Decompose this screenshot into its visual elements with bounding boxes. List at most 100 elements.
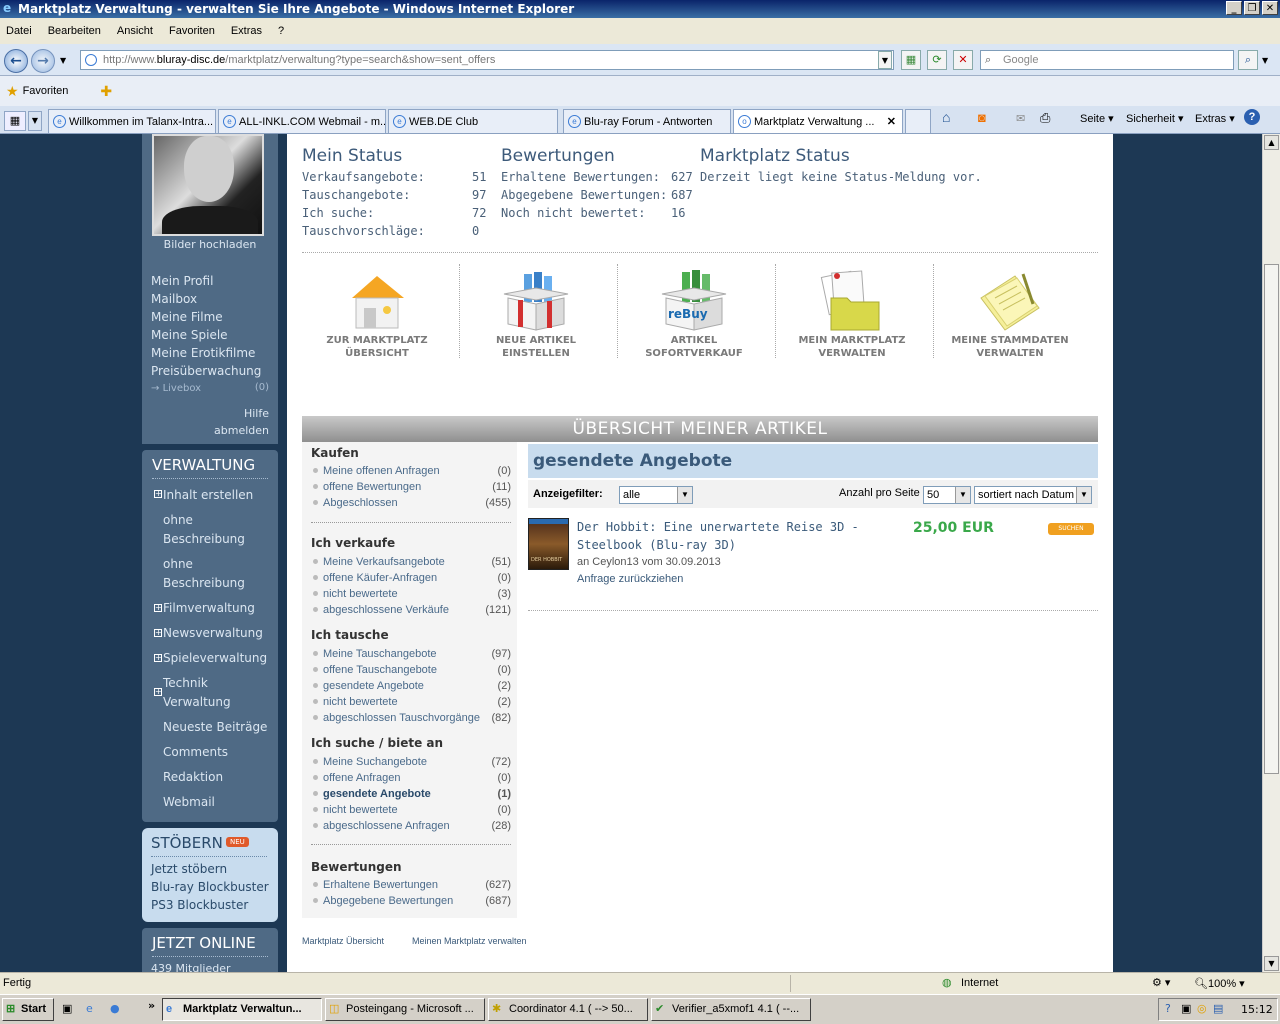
menu-datei[interactable]: Datei <box>6 25 32 37</box>
help-link[interactable]: Hilfe <box>244 407 269 420</box>
nav-technik-verwaltung[interactable]: Technik Verwaltung <box>163 674 243 712</box>
back-button[interactable]: ← <box>4 49 28 73</box>
expand-icon[interactable]: + <box>154 688 162 696</box>
print-icon[interactable]: ⎙ <box>1040 110 1050 126</box>
task-coordinator[interactable]: ✱ Coordinator 4.1 ( --> 50... <box>488 998 648 1021</box>
clock[interactable]: 15:12 <box>1241 1003 1273 1016</box>
list-item[interactable]: Abgegebene Bewertungen (687) <box>311 893 511 909</box>
nav-jetzt-stoebern[interactable]: Jetzt stöbern <box>151 862 227 876</box>
nav-neueste-beitraege[interactable]: Neueste Beiträge <box>163 718 267 737</box>
history-dropdown-icon[interactable]: ▼ <box>60 56 66 65</box>
favorites-star-icon[interactable]: ★ <box>6 83 19 100</box>
feeds-icon[interactable]: ◙ <box>978 110 986 125</box>
footer-overview-link[interactable]: Marktplatz Übersicht <box>302 936 384 946</box>
task-outlook[interactable]: ◫ Posteingang - Microsoft ... <box>325 998 485 1021</box>
mail-icon[interactable]: ✉ <box>1016 112 1025 125</box>
list-item[interactable]: offene Bewertungen (11) <box>311 479 511 495</box>
list-item[interactable]: abgeschlossene Verkäufe (121) <box>311 602 511 618</box>
tray-icon[interactable]: ◎ <box>1197 1002 1207 1015</box>
home-icon[interactable]: ⌂ <box>942 109 950 125</box>
tab-webmail[interactable]: e ALL-INKL.COM Webmail - m... <box>218 109 386 133</box>
stop-icon[interactable]: ✕ <box>953 50 973 70</box>
ie-quicklaunch-icon[interactable]: e <box>86 1002 93 1015</box>
tab-marktplatz[interactable]: o Marktplatz Verwaltung ... ✕ <box>733 109 903 133</box>
online-members[interactable]: 439 Mitglieder <box>151 962 231 972</box>
nav-preisueberwachung[interactable]: Preisüberwachung <box>151 364 261 378</box>
sort-select[interactable]: sortiert nach Datum ▼ <box>974 486 1092 504</box>
search-icon[interactable]: ⌕ <box>1238 50 1258 70</box>
upload-pictures-link[interactable]: Bilder hochladen <box>142 238 278 251</box>
list-item[interactable]: Meine Suchangebote (72) <box>311 754 511 770</box>
minimize-button[interactable]: _ <box>1226 1 1242 15</box>
search-input[interactable]: ⌕ Google <box>980 50 1234 70</box>
nav-spieleverwaltung[interactable]: Spieleverwaltung <box>163 649 267 668</box>
nav-meine-spiele[interactable]: Meine Spiele <box>151 328 228 342</box>
list-item[interactable]: offene Tauschangebote (0) <box>311 662 511 678</box>
nav-ohne-beschreibung-1[interactable]: ohne Beschreibung <box>163 511 263 549</box>
scroll-up-icon[interactable]: ▲ <box>1264 135 1279 150</box>
list-item-active[interactable]: gesendete Angebote (1) <box>311 786 511 802</box>
tab-list-icon[interactable]: ▼ <box>28 111 42 131</box>
show-desktop-icon[interactable]: ▣ <box>62 1002 72 1015</box>
safety-menu[interactable]: Sicherheit ▾ <box>1126 112 1184 125</box>
tools-menu[interactable]: Extras ▾ <box>1195 112 1235 125</box>
list-item[interactable]: Meine Tauschangebote (97) <box>311 646 511 662</box>
quicklaunch-overflow[interactable]: » <box>148 999 155 1012</box>
quicklaunch-icon[interactable]: ● <box>110 1002 120 1015</box>
list-item[interactable]: nicht bewertete (2) <box>311 694 511 710</box>
task-verifier[interactable]: ✔ Verifier_a5xmof1 4.1 ( --... <box>651 998 811 1021</box>
tray-help-icon[interactable]: ? <box>1165 1002 1171 1015</box>
nav-newsverwaltung[interactable]: Newsverwaltung <box>163 624 263 643</box>
page-menu[interactable]: Seite ▾ <box>1080 112 1114 125</box>
menu-favoriten[interactable]: Favoriten <box>169 25 215 37</box>
refresh-icon[interactable]: ⟳ <box>927 50 947 70</box>
new-article-button[interactable]: NEUE ARTIKEL EINSTELLEN <box>461 264 611 359</box>
list-item[interactable]: Meine Verkaufsangebote (51) <box>311 554 511 570</box>
per-page-select[interactable]: 50 ▼ <box>923 486 971 504</box>
list-item[interactable]: nicht bewertete (3) <box>311 586 511 602</box>
address-dropdown-icon[interactable]: ▼ <box>878 51 892 69</box>
footer-manage-link[interactable]: Meinen Marktplatz verwalten <box>412 936 527 946</box>
list-item[interactable]: Meine offenen Anfragen (0) <box>311 463 511 479</box>
tray-icon[interactable]: ▣ <box>1181 1002 1191 1015</box>
list-item[interactable]: abgeschlossene Anfragen (28) <box>311 818 511 834</box>
list-item[interactable]: nicht bewertete (0) <box>311 802 511 818</box>
nav-mein-profil[interactable]: Mein Profil <box>151 274 213 288</box>
manage-master-data-button[interactable]: MEINE STAMMDATEN VERWALTEN <box>935 264 1085 359</box>
zoom-level[interactable]: 🔍︎100% ▾ <box>1194 977 1245 990</box>
expand-icon[interactable]: + <box>154 490 162 498</box>
logout-link[interactable]: abmelden <box>214 424 269 437</box>
menu-help[interactable]: ? <box>278 25 284 37</box>
close-tab-icon[interactable]: ✕ <box>887 110 896 133</box>
start-button[interactable]: ⊞ Start <box>2 998 54 1021</box>
menu-extras[interactable]: Extras <box>231 25 262 37</box>
compatibility-icon[interactable]: ▦ <box>901 50 921 70</box>
forward-button[interactable]: → <box>31 49 55 73</box>
add-favorite-icon[interactable]: ✚ <box>100 83 112 100</box>
list-item[interactable]: gesendete Angebote (2) <box>311 678 511 694</box>
withdraw-request-link[interactable]: Anfrage zurückziehen <box>577 573 683 585</box>
protected-mode-icon[interactable]: ⚙ ▾ <box>1152 976 1170 989</box>
nav-meine-filme[interactable]: Meine Filme <box>151 310 223 324</box>
nav-filmverwaltung[interactable]: Filmverwaltung <box>163 599 255 618</box>
security-zone[interactable]: Internet <box>961 977 998 989</box>
scroll-down-icon[interactable]: ▼ <box>1264 956 1279 971</box>
expand-icon[interactable]: + <box>154 604 162 612</box>
filter-select[interactable]: alle ▼ <box>619 486 693 504</box>
nav-livebox[interactable]: → Livebox <box>151 383 201 394</box>
menu-ansicht[interactable]: Ansicht <box>117 25 153 37</box>
close-button[interactable]: ✕ <box>1262 1 1278 15</box>
maximize-button[interactable]: ❐ <box>1244 1 1260 15</box>
vertical-scrollbar[interactable]: ▲ ▼ <box>1262 134 1280 972</box>
list-item[interactable]: abgeschlossen Tauschvorgänge (82) <box>311 710 511 726</box>
marketplace-overview-button[interactable]: ZUR MARKTPLATZ ÜBERSICHT <box>302 264 452 359</box>
tab-bluray-forum[interactable]: e Blu-ray Forum - Antworten <box>563 109 731 133</box>
help-icon[interactable]: ? <box>1244 109 1260 125</box>
nav-mailbox[interactable]: Mailbox <box>151 292 197 306</box>
list-item[interactable]: Erhaltene Bewertungen (627) <box>311 877 511 893</box>
quick-tabs-icon[interactable]: ▦ <box>4 111 26 131</box>
expand-icon[interactable]: + <box>154 654 162 662</box>
nav-comments[interactable]: Comments <box>163 743 228 762</box>
list-item[interactable]: offene Käufer-Anfragen (0) <box>311 570 511 586</box>
nav-redaktion[interactable]: Redaktion <box>163 768 223 787</box>
